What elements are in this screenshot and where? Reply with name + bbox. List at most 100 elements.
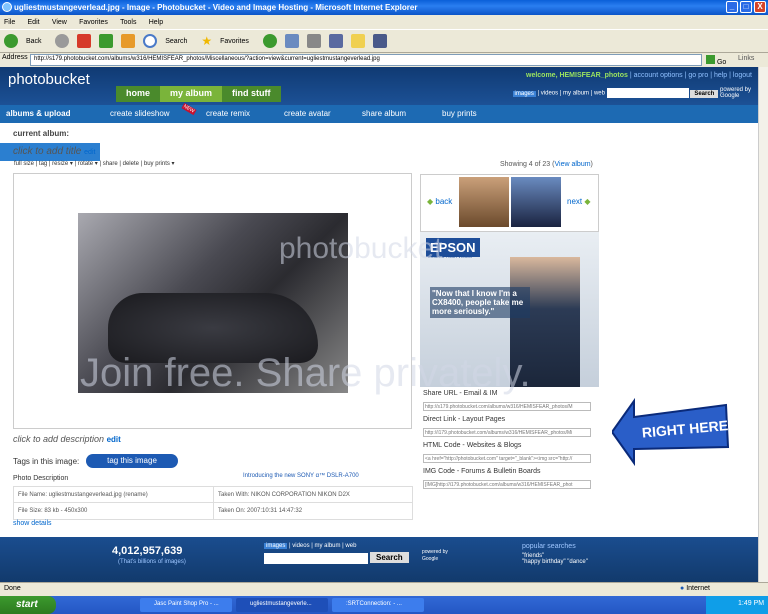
popular-searches[interactable]: "friends" "happy birthday" "dance" [522,553,588,565]
show-details-link[interactable]: show details [13,520,52,527]
tool-share[interactable]: share [103,161,118,167]
footer-scope-videos[interactable]: videos [292,543,309,549]
footer-search-input[interactable] [264,553,368,564]
start-button[interactable]: start [0,596,56,614]
stop-icon[interactable] [77,34,92,48]
scope-my-album[interactable]: my album [563,91,589,97]
html-code-field[interactable]: <a href="http://photobucket.com" target=… [423,454,591,463]
taken-with-cell: Taken With: NIKON CORPORATION NIKON D2X [218,492,350,498]
forward-arrow-icon[interactable] [55,34,70,48]
footer-google-badge: powered by Google [422,549,448,562]
album-title-prompt[interactable]: click to add title edit [13,146,95,157]
media-icon[interactable] [262,34,277,48]
watermark-logo: photobucket [279,232,443,265]
favorites-label: Favorites [220,37,249,45]
nav-albums-upload[interactable]: albums & upload [6,109,70,118]
footer-scope-images[interactable]: images [264,543,288,549]
vertical-scrollbar[interactable] [758,67,768,582]
close-button[interactable]: X [754,1,766,13]
menu-favorites[interactable]: Favorites [79,19,108,26]
tool-resize[interactable]: resize [52,161,68,167]
tool-rotate[interactable]: rotate [78,161,93,167]
tool-delete[interactable]: delete [123,161,139,167]
menu-edit[interactable]: Edit [28,19,40,26]
edit-icon[interactable] [328,34,343,48]
nav-buy-prints[interactable]: buy prints [442,109,477,118]
footer-scope-web[interactable]: web [345,543,356,549]
description-edit-link[interactable]: edit [107,435,121,444]
task-srt-connection[interactable]: :SRTConnection: - ... [332,598,424,612]
menu-file[interactable]: File [4,19,15,26]
showing-count: Showing 4 of 23 (View album) [500,161,593,168]
refresh-icon[interactable] [99,34,114,48]
image-count-sub: (That's billions of images) [118,559,186,565]
nav-create-avatar[interactable]: create avatar [284,109,331,118]
address-input[interactable]: http://s179.photobucket.com/albums/w316/… [30,54,702,66]
minimize-button[interactable]: _ [726,1,738,13]
print-icon[interactable] [306,34,321,48]
go-pro-link[interactable]: go pro [688,72,708,79]
view-album-link[interactable]: View album [554,161,590,168]
previous-thumbnail[interactable] [459,177,509,227]
help-link[interactable]: help [714,72,727,79]
go-button[interactable]: Go [706,55,726,66]
sony-ad[interactable]: Introducing the new SONY α™ DSLR-A700 [243,473,359,479]
account-options-link[interactable]: account options [634,72,683,79]
tool-full-size[interactable]: full size [14,161,34,167]
scope-images[interactable]: images [512,90,536,97]
favorites-button[interactable]: ★ Favorites [201,34,255,48]
header-search: images | videos | my album | web Search … [512,87,752,99]
web-page: photobucket home my album find stuff wel… [0,67,758,582]
tool-buy-prints[interactable]: buy prints [144,161,170,167]
tab-find-stuff[interactable]: find stuff [222,86,281,102]
search-button[interactable]: Search [143,34,193,48]
folder-icon[interactable] [350,34,365,48]
menu-tools[interactable]: Tools [120,19,136,26]
task-ie-window[interactable]: ugliestmustangeverle... [236,598,328,612]
img-code-field[interactable]: [IMG]http://i179.photobucket.com/albums/… [423,480,591,489]
nav-create-slideshow[interactable]: create slideshow [110,109,170,118]
tag-this-image-button[interactable]: tag this image [86,454,178,468]
header-search-button[interactable]: Search [690,89,719,98]
next-link[interactable]: next ◆ [567,197,591,206]
home-icon[interactable] [121,34,136,48]
html-code-label: HTML Code - Websites & Blogs [423,442,522,449]
scope-web[interactable]: web [594,91,605,97]
right-arrow-icon: ◆ [584,197,591,206]
tool-tag[interactable]: tag [39,161,47,167]
next-thumbnail[interactable] [511,177,561,227]
description-prompt[interactable]: click to add description edit [13,434,121,444]
page-footer: 4,012,957,639 (That's billions of images… [0,537,758,582]
back-arrow-icon [4,34,18,48]
footer-search-button[interactable]: Search [370,552,409,563]
scope-videos[interactable]: videos [541,91,558,97]
ad-quote: "Now that I know I'm a CX8400, people ta… [430,287,530,318]
footer-scope-my-album[interactable]: my album [315,543,341,549]
zone-text: Internet [686,585,710,592]
task-paint-shop[interactable]: Jasc Paint Shop Pro - ... [140,598,232,612]
popular-searches-title: popular searches [522,543,576,550]
back-button[interactable]: Back [4,34,48,48]
back-link[interactable]: ◆ back [427,197,452,206]
photobucket-logo[interactable]: photobucket [8,71,90,88]
share-url-field[interactable]: http://s179.photobucket.com/albums/w316/… [423,402,591,411]
table-row: File Name: ugliestmustangeverlead.jpg (r… [14,487,412,503]
header-search-input[interactable] [606,88,689,98]
links-button[interactable]: Links [738,55,754,62]
menu-help[interactable]: Help [149,19,163,26]
direct-link-field[interactable]: http://i179.photobucket.com/albums/w316/… [423,428,591,437]
title-edit-link[interactable]: edit [84,149,95,156]
messenger-icon[interactable] [372,34,387,48]
tab-home[interactable]: home [116,86,161,102]
logout-link[interactable]: logout [733,72,752,79]
maximize-button[interactable]: □ [740,1,752,13]
nav-share-album[interactable]: share album [362,109,406,118]
footer-scopes: images | videos | my album | web [264,543,357,549]
nav-create-remix[interactable]: create remix [206,109,250,118]
sub-navigation: albums & upload create slideshow NEW cre… [0,102,758,161]
go-label: Go [716,59,727,66]
tab-my-album[interactable]: my album [160,86,223,102]
go-arrow-icon [706,55,715,64]
menu-view[interactable]: View [52,19,67,26]
mail-icon[interactable] [284,34,299,48]
